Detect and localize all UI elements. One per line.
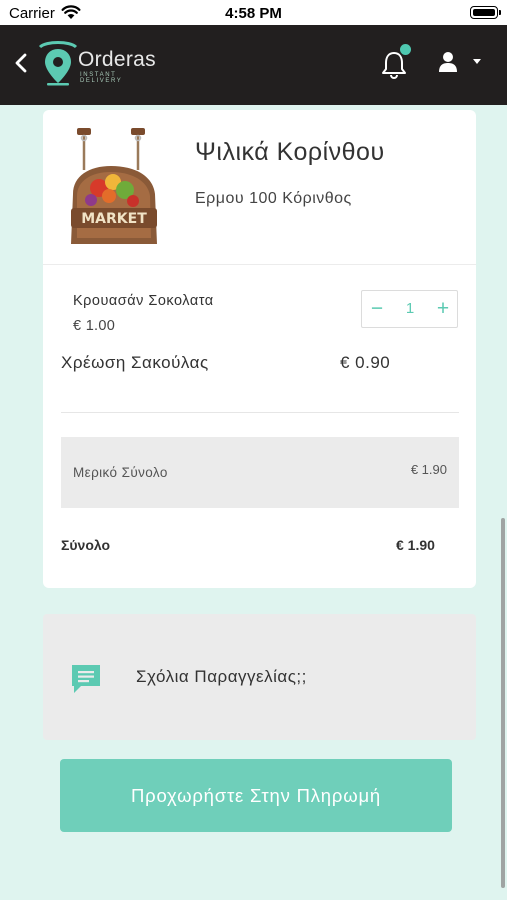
app-logo: Orderas INSTANT DELIVERY bbox=[38, 39, 158, 91]
status-bar: Carrier 4:58 PM bbox=[0, 0, 507, 25]
divider bbox=[61, 412, 459, 413]
logo-text: Orderas bbox=[78, 48, 156, 71]
shop-market-image: MARKET bbox=[71, 128, 157, 244]
battery-icon bbox=[470, 6, 498, 19]
shop-address: Ερμου 100 Κόρινθος bbox=[195, 190, 352, 207]
app-header: Orderas INSTANT DELIVERY bbox=[0, 25, 507, 105]
bag-fee-value: € 0.90 bbox=[340, 353, 391, 372]
scrollbar[interactable] bbox=[501, 518, 505, 888]
order-comments-label: Σχόλια Παραγγελίας;; bbox=[136, 667, 307, 686]
total-value: € 1.90 bbox=[396, 537, 435, 553]
cart-item-name: Κρουασάν Σοκολατα bbox=[73, 293, 214, 309]
increase-quantity-button[interactable]: + bbox=[428, 291, 458, 327]
subtotal-label: Μερικό Σύνολο bbox=[73, 465, 168, 480]
quantity-stepper: − 1 + bbox=[361, 290, 458, 328]
subtotal-row: Μερικό Σύνολο € 1.90 bbox=[61, 437, 459, 508]
quantity-value: 1 bbox=[405, 300, 415, 317]
decrease-quantity-button[interactable]: − bbox=[362, 291, 392, 327]
subtotal-value: € 1.90 bbox=[410, 462, 447, 477]
chevron-down-icon bbox=[473, 59, 481, 64]
bag-fee-label: Χρέωση Σακούλας bbox=[61, 353, 209, 372]
clock: 4:58 PM bbox=[225, 5, 282, 22]
logo-pin-icon bbox=[38, 41, 78, 86]
proceed-to-payment-button[interactable]: Προχωρήστε Στην Πληρωμή bbox=[60, 759, 452, 832]
cart-item-price: € 1.00 bbox=[73, 318, 116, 334]
divider bbox=[43, 264, 476, 265]
logo-tagline: INSTANT DELIVERY bbox=[80, 72, 123, 84]
shop-name: Ψιλικά Κορίνθου bbox=[195, 138, 385, 166]
message-icon bbox=[72, 665, 100, 693]
total-label: Σύνολο bbox=[61, 537, 111, 553]
battery-tip bbox=[499, 10, 501, 15]
order-comments-button[interactable]: Σχόλια Παραγγελίας;; bbox=[43, 614, 476, 740]
chevron-left-icon[interactable] bbox=[12, 52, 30, 74]
user-icon[interactable] bbox=[437, 50, 487, 76]
notification-badge bbox=[400, 44, 411, 55]
order-summary-card: MARKET Ψιλικά Κορίνθου Ερμου 100 Κόρινθο… bbox=[43, 110, 476, 588]
market-sign-text: MARKET bbox=[81, 211, 147, 227]
